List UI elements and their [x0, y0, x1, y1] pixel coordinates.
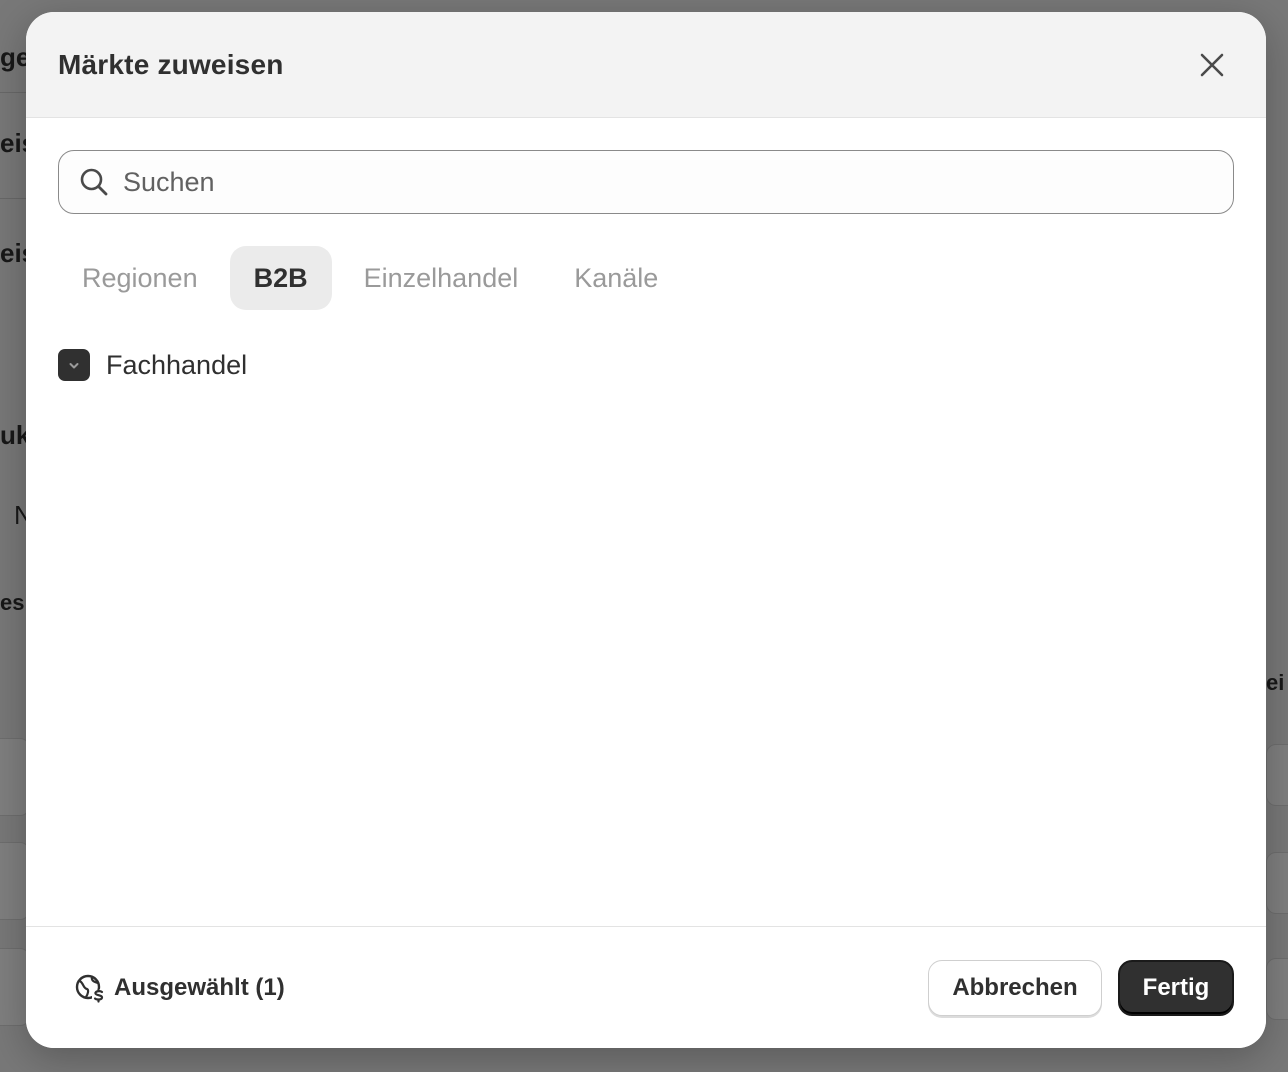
- selected-count-label: Ausgewählt (1): [114, 973, 285, 1001]
- market-type-tabs: Regionen B2B Einzelhandel Kanäle: [58, 246, 1234, 310]
- dialog-footer: Ausgewählt (1) Abbrechen Fertig: [26, 926, 1266, 1048]
- dialog-title: Märkte zuweisen: [58, 48, 284, 80]
- list-item-label: Fachhandel: [106, 349, 248, 380]
- search-input[interactable]: [123, 166, 1213, 198]
- close-button[interactable]: [1190, 43, 1234, 87]
- list-item[interactable]: Fachhandel: [58, 348, 1234, 382]
- cancel-button[interactable]: Abbrechen: [928, 959, 1102, 1016]
- dialog-body: Regionen B2B Einzelhandel Kanäle Fachhan…: [26, 118, 1266, 926]
- close-icon: [1200, 53, 1224, 76]
- tab-regionen[interactable]: Regionen: [58, 246, 222, 310]
- tab-kanaele[interactable]: Kanäle: [550, 246, 682, 310]
- dialog-header: Märkte zuweisen: [26, 12, 1266, 118]
- search-icon: [80, 168, 108, 196]
- dialog-actions: Abbrechen Fertig: [928, 959, 1234, 1016]
- checkbox-checked[interactable]: [58, 349, 90, 381]
- done-button[interactable]: Fertig: [1118, 959, 1234, 1016]
- tab-b2b[interactable]: B2B: [229, 246, 332, 310]
- tab-einzelhandel[interactable]: Einzelhandel: [340, 246, 543, 310]
- selected-toggle-button[interactable]: Ausgewählt (1): [58, 960, 301, 1016]
- checkmark-icon: [69, 363, 79, 369]
- globe-currency-icon: [75, 974, 105, 1003]
- search-field[interactable]: [58, 150, 1234, 214]
- markets-list: Fachhandel: [58, 348, 1234, 382]
- assign-markets-dialog: Märkte zuweisen Regionen B2B Einzelhande…: [26, 12, 1266, 1048]
